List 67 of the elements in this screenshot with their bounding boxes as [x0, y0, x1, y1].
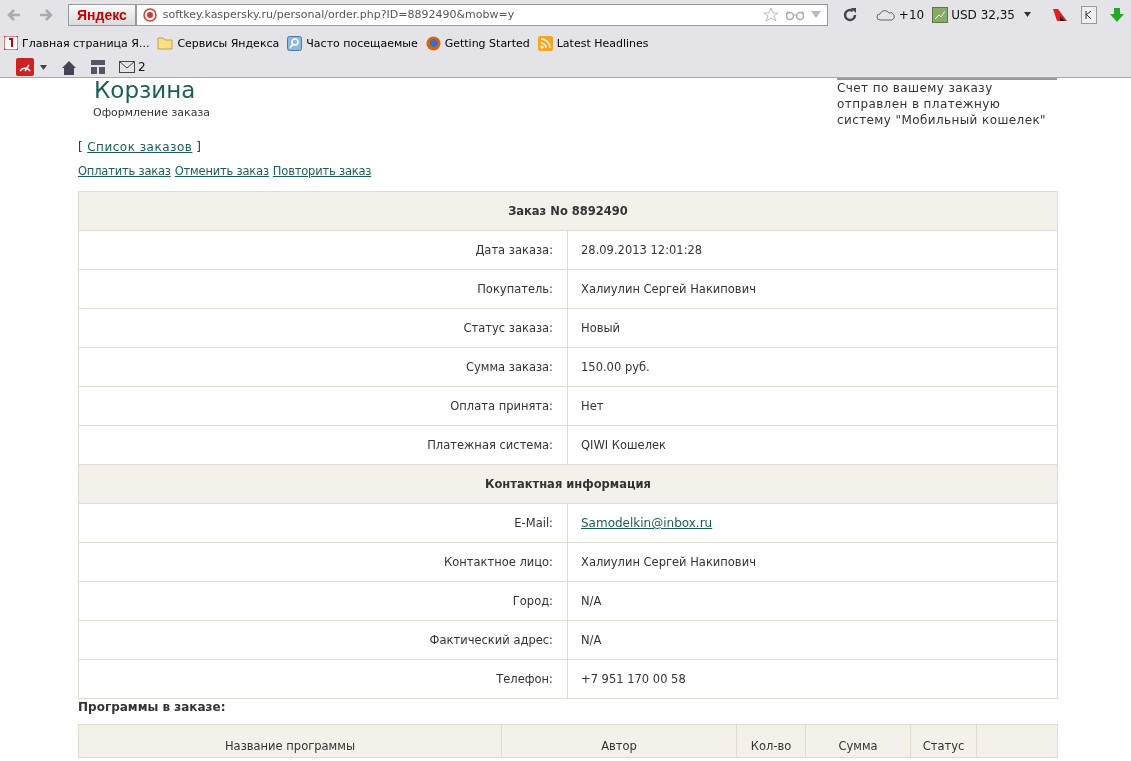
bookmark-item[interactable]: Latest Headlines: [537, 35, 649, 51]
email-link[interactable]: Samodelkin@inbox.ru: [581, 516, 713, 530]
speedometer-icon[interactable]: [16, 58, 34, 76]
field-label: Оплата принята:: [78, 386, 568, 426]
currency-widget[interactable]: USD 32,35: [932, 6, 1031, 23]
weather-widget[interactable]: +10: [875, 7, 925, 22]
payment-notice: Счет по вашему заказу отправлен в платежную систему "Мобильный кошелек": [837, 78, 1057, 128]
letter-k-icon[interactable]: [1081, 5, 1097, 24]
chart-icon: [932, 6, 949, 23]
field-label: Телефон:: [78, 659, 568, 699]
page-subtitle: Оформление заказа: [93, 106, 211, 119]
field-value: 28.09.2013 12:01:28: [567, 230, 1058, 270]
site-icon: [142, 7, 157, 22]
field-label: Статус заказа:: [78, 308, 568, 348]
order-action-link[interactable]: Повторить заказ: [272, 164, 372, 178]
section-heading: Заказ No 8892490: [78, 191, 1058, 231]
bookmark-item[interactable]: Сервисы Яндекса: [157, 36, 280, 50]
column-header: Сумма: [805, 724, 911, 758]
url-text: softkey.kaspersky.ru/personal/order.php?ID=8892490&mobw=y: [162, 8, 516, 21]
column-header: Название программы: [78, 724, 502, 758]
field-label: E-Mail:: [78, 503, 568, 543]
address-bar[interactable]: softkey.kaspersky.ru/personal/order.php?ID=8892490&mobw=y: [135, 3, 828, 26]
section-title: Программы в заказе:: [78, 700, 227, 714]
letter-icon: [4, 36, 18, 50]
column-header: Статус: [910, 724, 977, 758]
field-value: N/A: [567, 620, 1058, 660]
column-header: Кол-во: [736, 724, 806, 758]
star-icon[interactable]: [762, 6, 779, 23]
bookmark-item[interactable]: Главная страница Я...: [4, 36, 150, 50]
page-title: Корзина: [94, 78, 197, 102]
field-value: Халиулин Сергей Накипович: [567, 269, 1058, 309]
field-label: Дата заказа:: [78, 230, 568, 270]
bookmark-item[interactable]: Getting Started: [425, 35, 530, 51]
dropdown-arrow-icon[interactable]: [40, 64, 47, 70]
bracket: [: [78, 140, 84, 154]
mail-button[interactable]: 2: [119, 60, 146, 74]
field-value: Халиулин Сергей Накипович: [567, 542, 1058, 582]
field-value: +7 951 170 00 58: [567, 659, 1058, 699]
section-heading: Контактная информация: [78, 464, 1058, 504]
field-value: N/A: [567, 581, 1058, 621]
field-value: 150.00 руб.: [567, 347, 1058, 387]
bookmark-item[interactable]: Часто посещаемые: [287, 35, 418, 51]
order-action-link[interactable]: Оплатить заказ: [78, 164, 171, 178]
home-icon[interactable]: [61, 59, 77, 75]
magnifier-icon: [287, 35, 303, 51]
field-label: Сумма заказа:: [78, 347, 568, 387]
field-value: Нет: [567, 386, 1058, 426]
globe-icon: [425, 35, 441, 51]
grid-icon[interactable]: [91, 60, 105, 74]
field-label: Покупатель:: [78, 269, 568, 309]
field-label: Платежная система:: [78, 425, 568, 465]
field-value: QIWI Кошелек: [567, 425, 1058, 465]
bracket: ]: [196, 140, 202, 154]
envelope-icon: [119, 61, 135, 73]
field-label: Фактический адрес:: [78, 620, 568, 660]
column-header: Автор: [501, 724, 737, 758]
cloud-icon: [875, 8, 896, 21]
folder-icon: [157, 36, 174, 50]
field-value: Новый: [567, 308, 1058, 348]
search-engine-button[interactable]: Яндекс: [68, 3, 136, 26]
order-action-link[interactable]: Отменить заказ: [174, 164, 269, 178]
orders-list-link[interactable]: Список заказов: [87, 140, 193, 154]
feed-icon: [537, 35, 553, 51]
field-label: Город:: [78, 581, 568, 621]
field-label: Контактное лицо:: [78, 542, 568, 582]
reload-icon[interactable]: [841, 6, 858, 23]
dropdown-arrow-icon[interactable]: [1024, 12, 1031, 17]
